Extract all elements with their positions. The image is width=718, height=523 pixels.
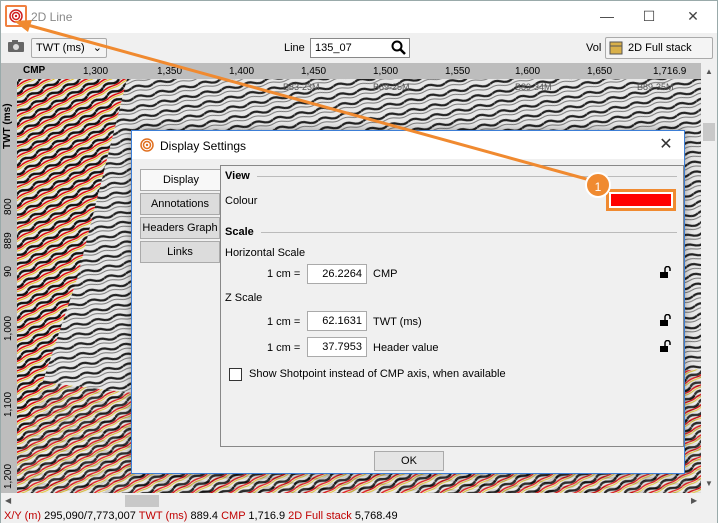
tutorial-arrow (14, 20, 591, 182)
callout-badge: 1 (585, 172, 611, 198)
